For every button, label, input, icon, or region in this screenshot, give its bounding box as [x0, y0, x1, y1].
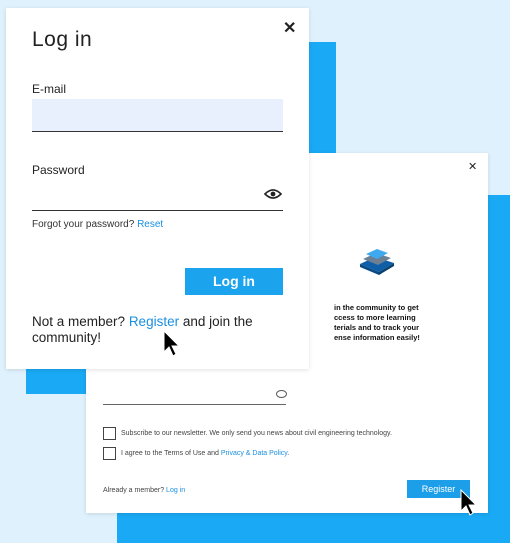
- terms-end: .: [287, 450, 290, 457]
- login-close-button[interactable]: ✕: [283, 21, 296, 37]
- not-member-prefix: Not a member?: [32, 314, 126, 329]
- forgot-text: Forgot your password?: [32, 219, 135, 230]
- terms-checkbox[interactable]: [103, 447, 116, 460]
- promo-line: terials and to track your: [334, 323, 420, 332]
- password-label: Password: [32, 163, 85, 177]
- reset-link[interactable]: Reset: [137, 219, 163, 230]
- mouse-cursor-icon: [163, 330, 181, 357]
- login-button[interactable]: Log in: [185, 268, 283, 295]
- stacked-layers-icon: [360, 249, 394, 275]
- promo-line: in the community to get: [334, 303, 419, 312]
- mouse-cursor-icon: [460, 489, 478, 516]
- already-text: Already a member?: [103, 487, 165, 494]
- register-password-underline[interactable]: [103, 404, 286, 405]
- register-promo-text: in the community to get ccess to more le…: [334, 303, 486, 343]
- email-label: E-mail: [32, 82, 67, 96]
- promo-line: ense information easily!: [334, 333, 420, 342]
- register-close-button[interactable]: ✕: [468, 162, 477, 173]
- login-link[interactable]: Log in: [166, 487, 185, 494]
- register-eye-icon[interactable]: [276, 390, 287, 398]
- terms-label: I agree to the Terms of Use and Privacy …: [121, 450, 289, 457]
- password-input[interactable]: [32, 183, 283, 211]
- register-link[interactable]: Register: [129, 314, 179, 329]
- not-member-text: Not a member? Register and join the comm…: [32, 314, 287, 346]
- eye-icon[interactable]: [264, 188, 282, 200]
- already-member-text: Already a member? Log in: [103, 487, 185, 494]
- privacy-policy-link[interactable]: Privacy & Data Policy: [221, 450, 287, 457]
- promo-line: ccess to more learning: [334, 313, 416, 322]
- newsletter-label: Subscribe to our newsletter. We only sen…: [121, 430, 392, 437]
- newsletter-checkbox[interactable]: [103, 427, 116, 440]
- forgot-password: Forgot your password? Reset: [32, 219, 163, 230]
- email-input[interactable]: [32, 99, 283, 132]
- terms-text: I agree to the Terms of Use and: [121, 450, 219, 457]
- login-title: Log in: [32, 28, 93, 51]
- login-dialog: Log in ✕ E-mail Password Forgot your pas…: [6, 8, 309, 369]
